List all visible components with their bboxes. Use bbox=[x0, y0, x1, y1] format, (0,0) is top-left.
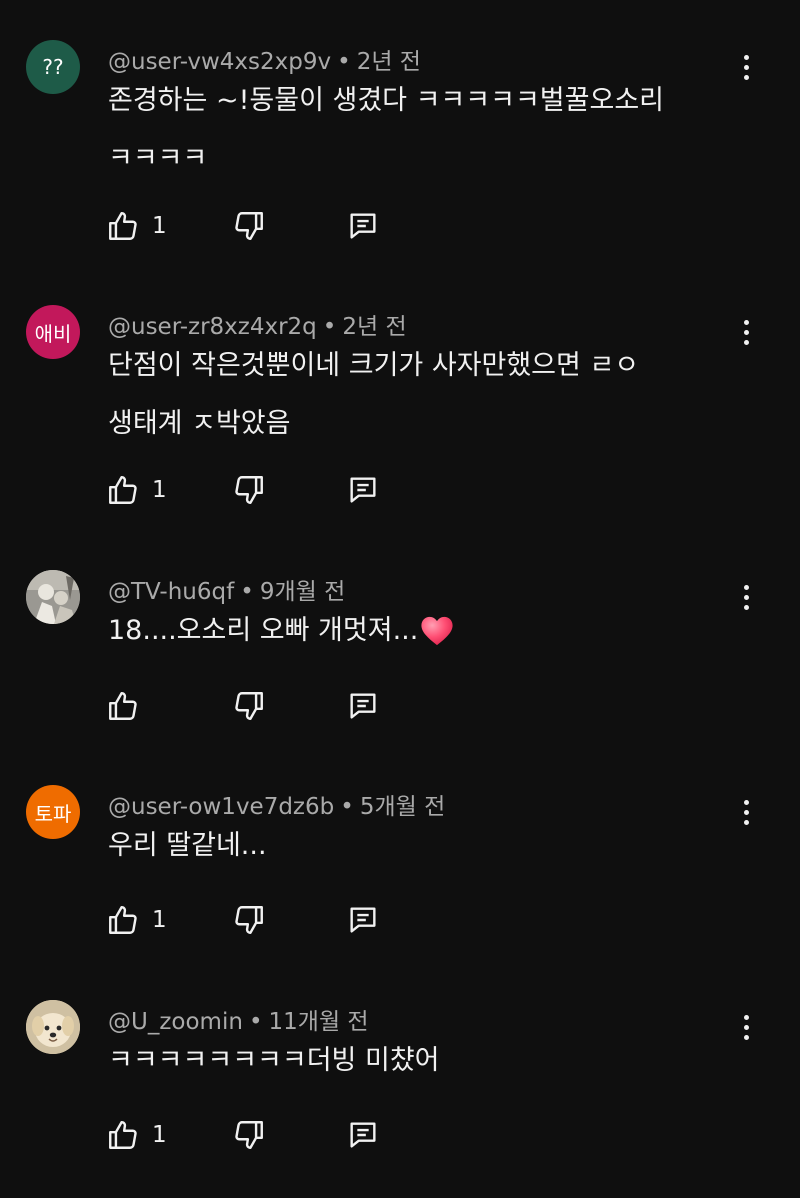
avatar-initials: 애비 bbox=[34, 321, 72, 346]
like-button[interactable]: 1 bbox=[106, 473, 167, 507]
heart-icon bbox=[421, 616, 453, 646]
avatar-initials: 토파 bbox=[34, 801, 72, 826]
reply-button[interactable] bbox=[346, 209, 380, 243]
reply-icon bbox=[350, 477, 376, 503]
avatar[interactable] bbox=[26, 1000, 80, 1054]
comment-actions: 1 bbox=[106, 209, 406, 243]
comment-text-line: ㅋㅋㅋㅋㅋㅋㅋㅋ더빙 미챴어 bbox=[108, 1045, 440, 1076]
profile-photo-icon bbox=[26, 1000, 80, 1054]
profile-photo-icon bbox=[26, 570, 80, 624]
thumbs-up-icon bbox=[109, 212, 137, 240]
reply-button[interactable] bbox=[346, 689, 380, 723]
comment-meta: @user-zr8xz4xr2q • 2년 전 bbox=[108, 307, 407, 341]
avatar[interactable]: 애비 bbox=[26, 305, 80, 359]
comment-meta: @U_zoomin • 11개월 전 bbox=[108, 1002, 369, 1036]
dislike-button[interactable] bbox=[232, 209, 266, 243]
thumbs-down-icon bbox=[235, 212, 263, 240]
reply-button[interactable] bbox=[346, 903, 380, 937]
comment-text-line: 단점이 작은것뿐이네 크기가 사자만했으면 ㄹㅇ bbox=[108, 350, 640, 381]
reply-icon bbox=[350, 1122, 376, 1148]
thumbs-up-icon bbox=[109, 1121, 137, 1149]
like-button[interactable]: 1 bbox=[106, 1118, 167, 1152]
reply-icon bbox=[350, 213, 376, 239]
thumbs-up-icon bbox=[109, 476, 137, 504]
like-count: 1 bbox=[152, 1122, 167, 1148]
comment-actions: 1 bbox=[106, 903, 406, 937]
comment-text: ㅋㅋㅋㅋㅋㅋㅋㅋ더빙 미챴어 bbox=[108, 1032, 718, 1090]
comment-actions bbox=[106, 689, 406, 723]
reply-icon bbox=[350, 907, 376, 933]
like-count: 1 bbox=[152, 477, 167, 503]
thumbs-up-icon bbox=[109, 906, 137, 934]
thumbs-down-icon bbox=[235, 692, 263, 720]
dislike-button[interactable] bbox=[232, 473, 266, 507]
comment-actions: 1 bbox=[106, 473, 406, 507]
reply-icon bbox=[350, 693, 376, 719]
more-options-button[interactable] bbox=[730, 1010, 762, 1044]
avatar[interactable]: ?? bbox=[26, 40, 80, 94]
comment-text-content: 18....오소리 오빠 개멋져... bbox=[108, 615, 419, 646]
thumbs-down-icon bbox=[235, 1121, 263, 1149]
comment-meta: @user-vw4xs2xp9v • 2년 전 bbox=[108, 42, 421, 76]
more-options-button[interactable] bbox=[730, 315, 762, 349]
reply-button[interactable] bbox=[346, 1118, 380, 1152]
comment-text: 단점이 작은것뿐이네 크기가 사자만했으면 ㄹㅇ 생태계 ㅈ박았음 bbox=[108, 337, 718, 453]
dislike-button[interactable] bbox=[232, 1118, 266, 1152]
comment-meta: @user-ow1ve7dz6b • 5개월 전 bbox=[108, 787, 445, 821]
more-options-button[interactable] bbox=[730, 50, 762, 84]
like-button[interactable] bbox=[106, 689, 152, 723]
like-button[interactable]: 1 bbox=[106, 903, 167, 937]
dislike-button[interactable] bbox=[232, 689, 266, 723]
thumbs-up-icon bbox=[109, 692, 137, 720]
thumbs-down-icon bbox=[235, 476, 263, 504]
comment-actions: 1 bbox=[106, 1118, 406, 1152]
comment-meta: @TV-hu6qf • 9개월 전 bbox=[108, 572, 345, 606]
comment-text: 우리 딸같네... bbox=[108, 817, 718, 875]
like-count: 1 bbox=[152, 907, 167, 933]
like-button[interactable]: 1 bbox=[106, 209, 167, 243]
comment-text-line: 존경하는 ~!동물이 생겼다 ㅋㅋㅋㅋㅋ벌꿀오소리 bbox=[108, 85, 664, 116]
comment-text: 존경하는 ~!동물이 생겼다 ㅋㅋㅋㅋㅋ벌꿀오소리 ㅋㅋㅋㅋ bbox=[108, 72, 718, 188]
comment-text-line: 생태계 ㅈ박았음 bbox=[108, 408, 291, 439]
avatar[interactable]: 토파 bbox=[26, 785, 80, 839]
avatar[interactable] bbox=[26, 570, 80, 624]
comment-text-line: ㅋㅋㅋㅋ bbox=[108, 143, 208, 174]
dislike-button[interactable] bbox=[232, 903, 266, 937]
comment-text: 18....오소리 오빠 개멋져... bbox=[108, 602, 718, 660]
comment-text-line: 우리 딸같네... bbox=[108, 830, 267, 861]
thumbs-down-icon bbox=[235, 906, 263, 934]
avatar-initials: ?? bbox=[42, 55, 64, 79]
more-options-button[interactable] bbox=[730, 580, 762, 614]
reply-button[interactable] bbox=[346, 473, 380, 507]
comment-text-line: 18....오소리 오빠 개멋져... bbox=[108, 602, 718, 660]
like-count: 1 bbox=[152, 213, 167, 239]
more-options-button[interactable] bbox=[730, 795, 762, 829]
